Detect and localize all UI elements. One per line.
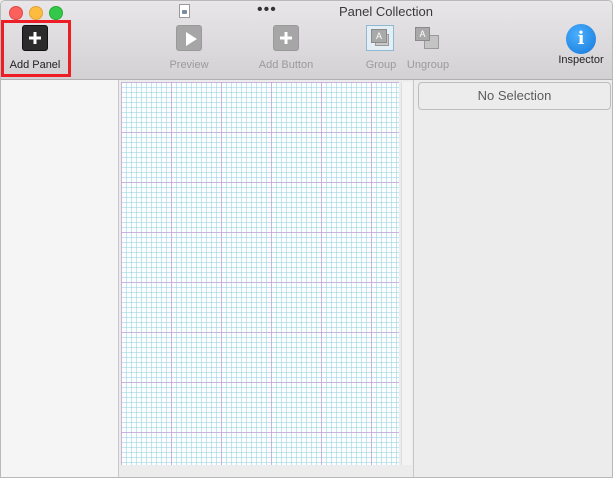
title-toolbar: ••• Panel Collection Add Panel Preview A… xyxy=(1,1,612,80)
add-button-label: Add Button xyxy=(258,59,314,71)
document-proxy-icon[interactable] xyxy=(179,4,190,18)
grid-canvas[interactable] xyxy=(121,82,399,465)
window-title: Panel Collection xyxy=(339,4,433,19)
plus-icon xyxy=(273,25,299,51)
minimize-window-button[interactable] xyxy=(29,6,43,20)
ungroup-button[interactable]: A Ungroup xyxy=(403,25,453,71)
canvas-scrollbar[interactable] xyxy=(401,82,412,465)
panel-list-sidebar[interactable] xyxy=(1,80,119,477)
inspector-label: Inspector xyxy=(558,54,604,66)
more-options-button[interactable]: ••• xyxy=(257,1,277,19)
inspector-pane: No Selection xyxy=(414,80,612,477)
group-button[interactable]: A Group xyxy=(359,25,403,71)
canvas-area xyxy=(119,80,414,477)
preview-label: Preview xyxy=(169,59,209,71)
preview-button[interactable]: Preview xyxy=(159,25,219,71)
play-icon xyxy=(176,25,202,51)
close-window-button[interactable] xyxy=(9,6,23,20)
app-window: ••• Panel Collection Add Panel Preview A… xyxy=(0,0,613,478)
group-icon: A xyxy=(366,25,396,53)
info-icon: i xyxy=(566,24,596,54)
ungroup-label: Ungroup xyxy=(406,59,450,71)
inspector-button[interactable]: i Inspector xyxy=(553,24,609,66)
add-button-button[interactable]: Add Button xyxy=(251,25,321,71)
zoom-window-button[interactable] xyxy=(49,6,63,20)
ungroup-icon: A xyxy=(413,25,443,53)
group-label: Group xyxy=(365,59,397,71)
highlight-box xyxy=(1,20,71,77)
no-selection-label: No Selection xyxy=(418,82,611,110)
